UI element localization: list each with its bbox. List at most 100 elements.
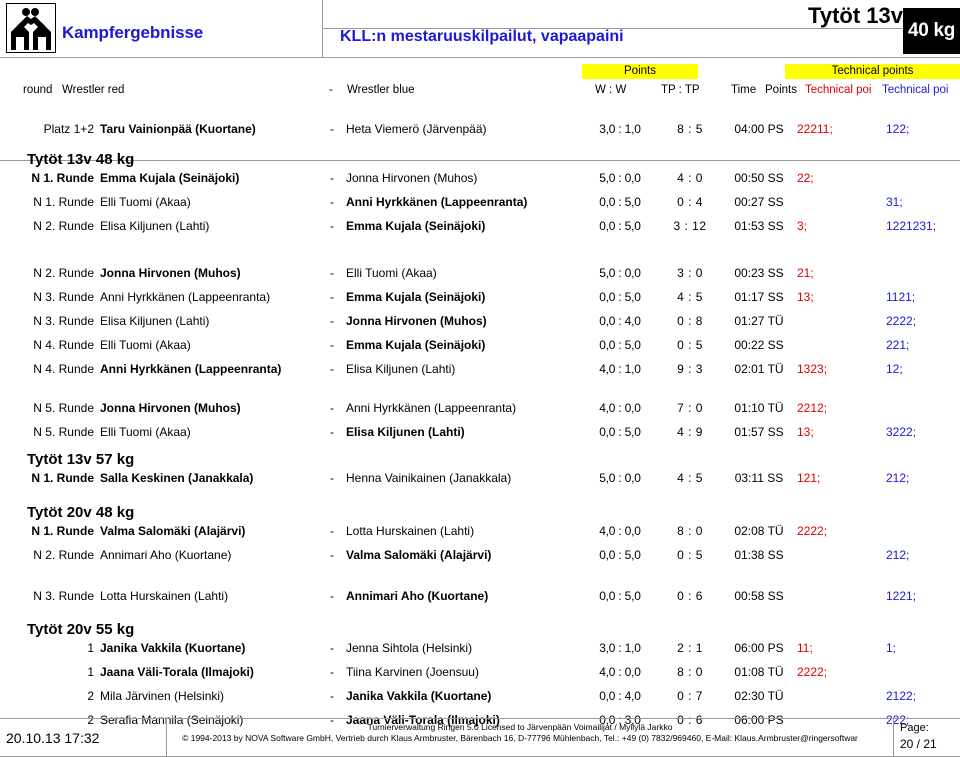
bout-round: N 2. Runde	[33, 266, 94, 280]
technical-points-blue: 31;	[886, 195, 903, 209]
technical-points-red: 22;	[797, 171, 814, 185]
wrestler-red-name: Jaana Väli-Torala (Ilmajoki)	[100, 665, 254, 679]
bout-time-result: 00:22 SS	[734, 338, 784, 352]
technical-points-blue: 1221;	[886, 589, 917, 603]
wrestler-blue-name: Elisa Kiljunen (Lahti)	[346, 425, 465, 439]
footer-page-label: Page:	[900, 722, 929, 734]
bout-win-points: 0,0 : 5,0	[599, 425, 641, 439]
wrestler-red-name: Jonna Hirvonen (Muhos)	[100, 401, 241, 415]
bout-row: N 4. Runde Elli Tuomi (Akaa) - Emma Kujala …	[0, 336, 960, 354]
wrestler-blue-name: Jonna Hirvonen (Muhos)	[346, 171, 478, 185]
bout-time-result: 00:58 SS	[734, 589, 784, 603]
bout-dash: -	[330, 362, 334, 376]
bout-row: 1 Janika Vakkila (Kuortane) - Jenna Sihtola…	[0, 639, 960, 657]
wrestler-red-name: Elisa Kiljunen (Lahti)	[100, 314, 210, 328]
technical-points-red: 13;	[797, 290, 814, 304]
column-header-time: Time	[731, 84, 757, 96]
bout-dash: -	[330, 589, 334, 603]
bout-technical-score: 7 : 0	[677, 401, 703, 415]
bout-technical-score: 0 : 7	[677, 689, 703, 703]
technical-points-red: 2222;	[797, 524, 828, 538]
technical-points-red: 22211;	[797, 122, 833, 136]
bout-row: N 2. Runde Jonna Hirvonen (Muhos) - Elli Tu…	[0, 264, 960, 282]
weight-class-heading: Tytöt 13v 48 kg	[27, 151, 135, 168]
bout-win-points: 0,0 : 5,0	[599, 338, 641, 352]
bout-win-points: 4,0 : 1,0	[599, 362, 641, 376]
bout-row: N 4. Runde Anni Hyrkkänen (Lappeenranta) -…	[0, 360, 960, 378]
column-header-technical-blue: Technical poi	[882, 84, 949, 96]
bout-row: N 3. Runde Lotta Hurskainen (Lahti) - Annim…	[0, 587, 960, 605]
weight-class-heading: Tytöt 20v 48 kg	[27, 504, 135, 521]
bout-row: 2 Mila Järvinen (Helsinki) - Janika Vakkila…	[0, 687, 960, 705]
footer-copyright-line: © 1994-2013 by NOVA Software GmbH, Vertr…	[182, 733, 858, 743]
bout-technical-score: 0 : 5	[677, 338, 703, 352]
bout-dash: -	[330, 401, 334, 415]
bout-technical-score: 2 : 1	[677, 641, 703, 655]
bout-round: N 1. Runde	[31, 524, 94, 538]
bout-technical-score: 0 : 6	[677, 589, 703, 603]
technical-points-blue: 2222;	[886, 314, 917, 328]
bout-time-result: 01:17 SS	[734, 290, 784, 304]
weight-class-badge: 40 kg	[903, 8, 960, 54]
bout-technical-score: 3 : 12	[673, 219, 707, 233]
footer-timestamp: 20.10.13 17:32	[6, 730, 100, 746]
bout-win-points: 4,0 : 0,0	[599, 524, 641, 538]
bout-row: N 3. Runde Anni Hyrkkänen (Lappeenranta) -…	[0, 288, 960, 306]
technical-points-red: 2222;	[797, 665, 828, 679]
column-group-technical-points: Technical points	[785, 64, 960, 79]
bout-technical-score: 0 : 5	[677, 548, 703, 562]
bout-time-result: 03:11 SS	[734, 471, 784, 485]
bout-round: 2	[87, 689, 94, 703]
technical-points-red: 121;	[797, 471, 821, 485]
footer-license-line: Turnierverwaltung Ringen 5.0 Licensed to…	[367, 722, 673, 732]
header-divider-left	[322, 0, 323, 58]
wrestler-red-name: Lotta Hurskainen (Lahti)	[100, 589, 229, 603]
bout-time-result: 06:00 PS	[734, 641, 784, 655]
bout-row: N 1. Runde Elli Tuomi (Akaa) - Anni Hyrkkän…	[0, 193, 960, 211]
bout-time-result: 01:38 SS	[734, 548, 784, 562]
bout-row: N 3. Runde Elisa Kiljunen (Lahti) - Jonna H…	[0, 312, 960, 330]
bout-round: N 1. Runde	[31, 171, 94, 185]
bout-technical-score: 0 : 4	[677, 195, 703, 209]
technical-points-blue: 12;	[886, 362, 903, 376]
wrestlers-icon	[6, 3, 56, 53]
bout-win-points: 5,0 : 0,0	[599, 171, 641, 185]
bout-round: N 1. Runde	[31, 471, 94, 485]
bout-time-result: 00:27 SS	[734, 195, 784, 209]
footer-page-number: 20 / 21	[900, 737, 937, 751]
bout-technical-score: 3 : 0	[677, 266, 703, 280]
wrestler-blue-name: Lotta Hurskainen (Lahti)	[346, 524, 475, 538]
wrestler-red-name: Valma Salomäki (Alajärvi)	[100, 524, 246, 538]
bout-round: 1	[87, 665, 94, 679]
bout-round: N 2. Runde	[33, 219, 94, 233]
bout-win-points: 0,0 : 5,0	[599, 548, 641, 562]
bout-dash: -	[330, 641, 334, 655]
bout-technical-score: 4 : 5	[677, 290, 703, 304]
bout-dash: -	[330, 689, 334, 703]
bout-win-points: 5,0 : 0,0	[599, 471, 641, 485]
bout-row: N 1. Runde Valma Salomäki (Alajärvi) - Lott…	[0, 522, 960, 540]
bout-time-result: 02:01 TÜ	[734, 362, 784, 376]
wrestler-blue-name: Emma Kujala (Seinäjoki)	[346, 290, 486, 304]
bout-round: 1	[87, 641, 94, 655]
bout-dash: -	[330, 314, 334, 328]
wrestler-blue-name: Anni Hyrkkänen (Lappeenranta)	[346, 401, 517, 415]
bout-round: N 4. Runde	[33, 338, 94, 352]
bout-dash: -	[330, 338, 334, 352]
wrestler-red-name: Salla Keskinen (Janakkala)	[100, 471, 254, 485]
bout-time-result: 00:50 SS	[734, 171, 784, 185]
technical-points-blue: 3222;	[886, 425, 917, 439]
footer-divider-left	[166, 718, 167, 757]
technical-points-blue: 1;	[886, 641, 897, 655]
bout-technical-score: 0 : 8	[677, 314, 703, 328]
bout-technical-score: 8 : 0	[677, 524, 703, 538]
page-header: Kampfergebnisse KLL:n mestaruuskilpailut…	[0, 0, 960, 58]
wrestler-red-name: Taru Vainionpää (Kuortane)	[100, 122, 256, 136]
wrestler-blue-name: Janika Vakkila (Kuortane)	[346, 689, 492, 703]
bout-round: N 3. Runde	[33, 290, 94, 304]
bout-technical-score: 4 : 9	[677, 425, 703, 439]
technical-points-red: 21;	[797, 266, 814, 280]
wrestler-blue-name: Valma Salomäki (Alajärvi)	[346, 548, 492, 562]
wrestler-blue-name: Emma Kujala (Seinäjoki)	[346, 338, 486, 352]
bout-round: N 4. Runde	[33, 362, 94, 376]
